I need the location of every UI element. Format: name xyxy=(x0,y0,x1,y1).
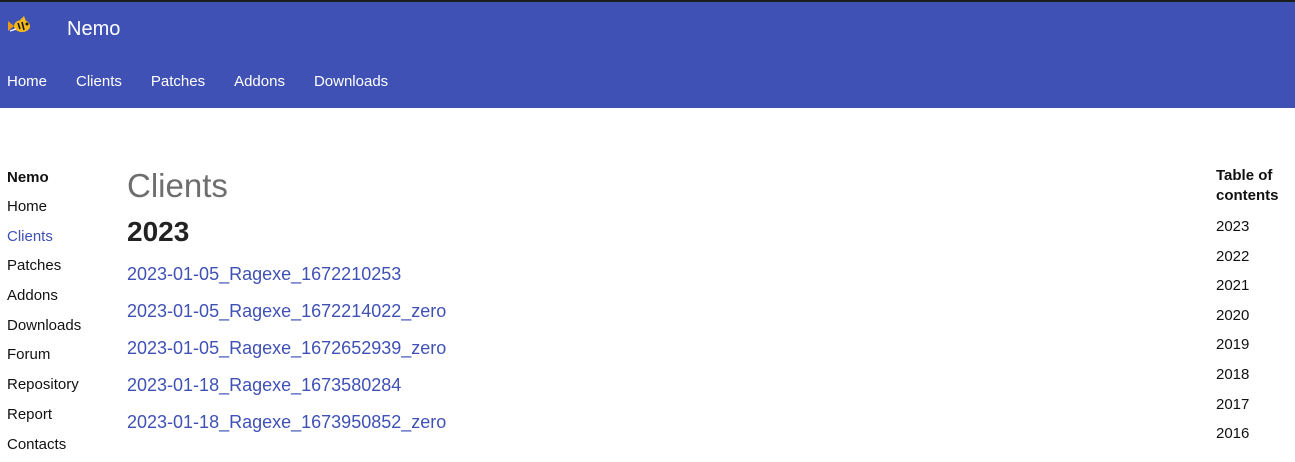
client-link[interactable]: 2023-01-05_Ragexe_1672652939_zero xyxy=(127,330,1127,367)
tab-downloads[interactable]: Downloads xyxy=(306,64,388,100)
sidebar-item-addons[interactable]: Addons xyxy=(7,284,107,314)
fish-logo-icon[interactable] xyxy=(8,15,34,37)
sidebar-item-downloads[interactable]: Downloads xyxy=(7,314,107,344)
client-link[interactable]: 2023-01-05_Ragexe_1672214022_zero xyxy=(127,293,1127,330)
page-title: Clients xyxy=(127,164,1127,208)
tab-home[interactable]: Home xyxy=(0,64,47,100)
client-link[interactable]: 2023-01-18_Ragexe_1673580284 xyxy=(127,367,1127,404)
section-heading-year: 2023 xyxy=(127,214,1127,250)
sidebar-item-clients[interactable]: Clients xyxy=(7,225,107,255)
tab-addons[interactable]: Addons xyxy=(226,64,285,100)
sidebar-item-contacts[interactable]: Contacts xyxy=(7,433,107,462)
client-link[interactable]: 2023-01-05_Ragexe_1672210253 xyxy=(127,256,1127,293)
toc-item-2022[interactable]: 2022 xyxy=(1216,245,1295,275)
site-title[interactable]: Nemo xyxy=(67,17,120,41)
sidebar-item-home[interactable]: Home xyxy=(7,195,107,225)
toc-item-2023[interactable]: 2023 xyxy=(1216,215,1295,245)
table-of-contents: Table of contents 2023 2022 2021 2020 20… xyxy=(1216,166,1295,452)
app-header: Nemo Home Clients Patches Addons Downloa… xyxy=(0,2,1295,108)
sidebar-nav: Nemo Home Clients Patches Addons Downloa… xyxy=(7,166,107,462)
sidebar-item-forum[interactable]: Forum xyxy=(7,343,107,373)
toc-item-2019[interactable]: 2019 xyxy=(1216,333,1295,363)
client-link[interactable]: 2023-01-18_Ragexe_1673950852_zero xyxy=(127,404,1127,441)
sidebar-title: Nemo xyxy=(7,166,107,190)
toc-item-2020[interactable]: 2020 xyxy=(1216,304,1295,334)
tab-patches[interactable]: Patches xyxy=(143,64,205,100)
main-content: Clients 2023 2023-01-05_Ragexe_167221025… xyxy=(127,164,1127,441)
sidebar-item-patches[interactable]: Patches xyxy=(7,254,107,284)
client-list: 2023-01-05_Ragexe_1672210253 2023-01-05_… xyxy=(127,256,1127,441)
top-nav-tabs: Home Clients Patches Addons Downloads xyxy=(0,64,409,100)
toc-item-2021[interactable]: 2021 xyxy=(1216,274,1295,304)
sidebar-item-repository[interactable]: Repository xyxy=(7,373,107,403)
toc-title: Table of contents xyxy=(1216,166,1295,206)
toc-item-2017[interactable]: 2017 xyxy=(1216,393,1295,423)
sidebar-item-report[interactable]: Report xyxy=(7,403,107,433)
toc-item-2018[interactable]: 2018 xyxy=(1216,363,1295,393)
tab-clients[interactable]: Clients xyxy=(68,64,122,100)
toc-item-2016[interactable]: 2016 xyxy=(1216,422,1295,452)
